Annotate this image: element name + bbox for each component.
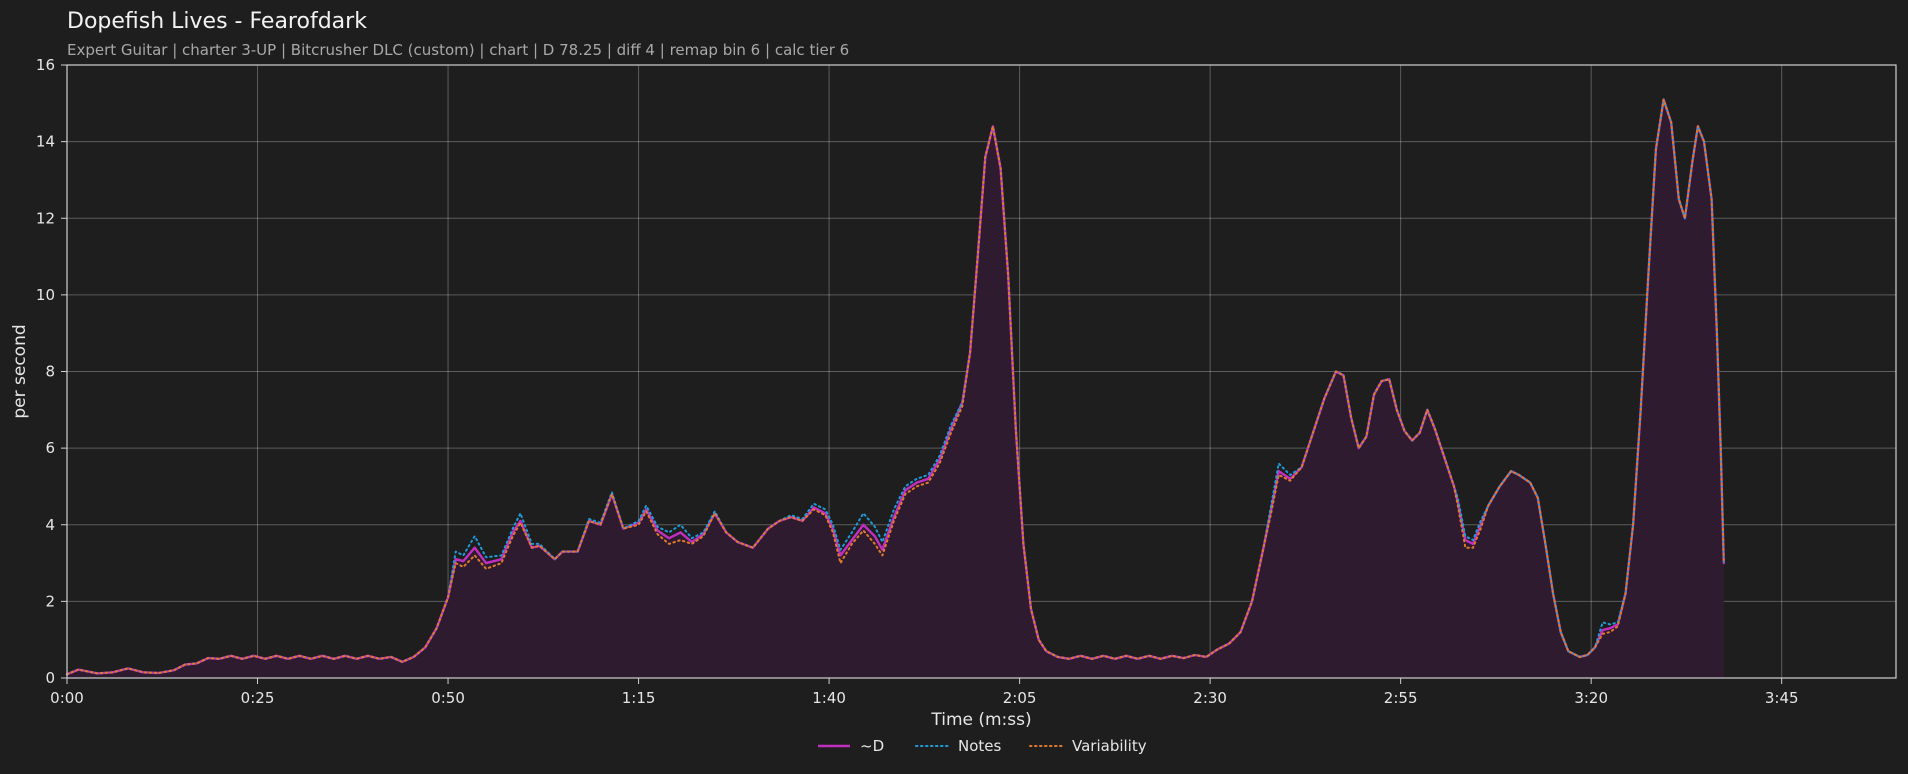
y-tick-label: 4 xyxy=(45,516,55,534)
x-tick-label: 2:30 xyxy=(1193,689,1227,707)
area-fill-layer xyxy=(67,99,1724,678)
y-tick-label: 12 xyxy=(36,209,55,227)
area-fill-d xyxy=(67,99,1724,678)
x-tick-label: 3:45 xyxy=(1765,689,1799,707)
y-tick-label: 6 xyxy=(45,439,55,457)
legend-label: ~D xyxy=(860,737,884,755)
y-axis-label: per second xyxy=(10,324,30,418)
x-tick-label: 0:00 xyxy=(50,689,84,707)
x-axis-ticks: 0:00 0:25 0:50 1:15 1:40 2:05 2:30 2:55 3:20 3:45 xyxy=(50,678,1799,707)
y-tick-label: 16 xyxy=(36,56,55,74)
x-tick-label: 1:40 xyxy=(812,689,846,707)
legend-label: Notes xyxy=(958,737,1002,755)
x-tick-label: 2:55 xyxy=(1384,689,1418,707)
x-axis-label: Time (m:ss) xyxy=(930,710,1031,730)
y-tick-label: 0 xyxy=(45,669,55,687)
x-tick-label: 3:20 xyxy=(1574,689,1608,707)
legend: ~D Notes Variability xyxy=(818,737,1147,755)
y-axis-ticks: 0 2 4 6 8 10 12 14 16 xyxy=(36,56,67,687)
chart-subtitle: Expert Guitar | charter 3-UP | Bitcrushe… xyxy=(67,41,849,59)
legend-label: Variability xyxy=(1072,737,1147,755)
x-tick-label: 1:15 xyxy=(622,689,656,707)
y-tick-label: 14 xyxy=(36,133,55,151)
x-tick-label: 0:25 xyxy=(241,689,275,707)
y-tick-label: 10 xyxy=(36,286,55,304)
x-tick-label: 0:50 xyxy=(431,689,465,707)
chart-figure: Dopefish Lives - Fearofdark Expert Guita… xyxy=(10,9,1897,755)
chart-title: Dopefish Lives - Fearofdark xyxy=(67,9,367,34)
y-tick-label: 8 xyxy=(45,363,55,381)
x-tick-label: 2:05 xyxy=(1003,689,1037,707)
y-tick-label: 2 xyxy=(45,592,55,610)
